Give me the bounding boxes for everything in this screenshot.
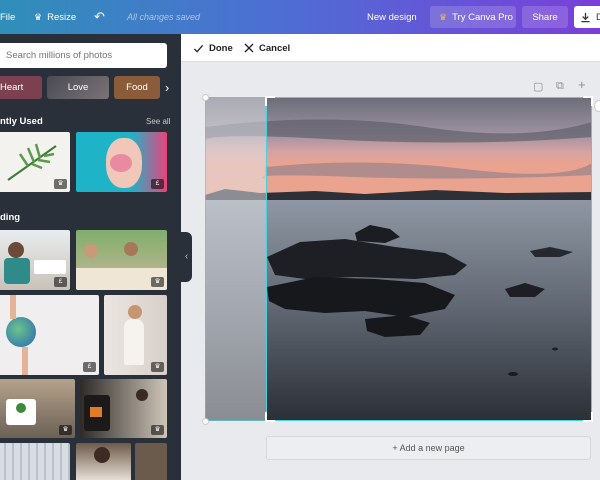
photo-thumbnail[interactable]: ♛ [104,295,167,375]
crop-action-bar: Done Cancel [181,34,600,62]
crop-frame[interactable] [265,96,593,422]
resize-label: Resize [47,11,77,23]
download-button[interactable]: D [574,6,600,28]
done-label: Done [209,42,233,54]
photo-thumbnail[interactable]: £ [0,295,99,375]
done-button[interactable]: Done [193,34,233,62]
crown-badge-icon: ♛ [59,425,72,435]
crown-badge-icon: ♛ [151,425,164,435]
tag-heart[interactable]: Heart [0,76,42,99]
file-label: File [0,11,16,23]
trending-title: ding [0,212,21,223]
crop-corner-handle[interactable] [583,412,593,422]
resize-button[interactable]: ♛ Resize [34,0,76,34]
tag-heart-label: Heart [0,82,24,93]
add-page-icon[interactable]: + [578,77,586,92]
share-button[interactable]: Share [522,6,568,28]
cancel-button[interactable]: Cancel [244,34,290,62]
photo-thumbnail[interactable] [135,443,167,480]
try-canva-pro-button[interactable]: ♛ Try Canva Pro [430,6,516,28]
photo-thumbnail[interactable] [76,443,131,480]
photo-thumbnail[interactable]: ♛ [0,379,75,438]
cancel-label: Cancel [259,42,291,54]
save-status: All changes saved [127,12,201,22]
crop-corner-handle[interactable] [583,96,593,106]
chevron-right-icon[interactable]: › [161,76,173,99]
collapse-panel-icon[interactable]: ‹ [181,232,192,282]
file-menu[interactable]: File [0,0,15,34]
crown-badge-icon: ♛ [151,277,164,287]
photo-thumbnail[interactable] [0,443,70,480]
try-pro-label: Try Canva Pro [452,11,513,23]
tag-food[interactable]: Food [114,76,160,99]
see-all-link[interactable]: See all [146,117,170,126]
recently-used-title: ntly Used [0,116,43,127]
image-resize-handle[interactable] [202,418,209,425]
new-design-button[interactable]: New design [367,0,417,34]
download-icon [581,12,590,22]
photo-thumbnail[interactable]: ♛ [76,230,167,290]
crop-corner-handle[interactable] [265,412,275,422]
share-label: Share [532,11,558,23]
check-icon [193,44,204,53]
photo-thumbnail[interactable]: £ [0,230,70,290]
top-bar: File ♛ Resize ↶ All changes saved New de… [0,0,600,34]
tag-love[interactable]: Love [47,76,109,99]
pound-badge-icon: £ [54,277,67,287]
resize-crown-icon: ♛ [34,11,43,22]
photo-thumbnail[interactable]: ♛ [0,132,70,192]
crown-badge-icon: ♛ [151,362,164,372]
image-resize-handle[interactable] [594,100,600,112]
crop-corner-handle[interactable] [265,96,275,106]
close-icon [244,43,254,53]
photos-panel: Heart Love Food › ntly Used See all ♛ £ … [0,34,181,480]
crown-icon: ♛ [439,11,448,22]
tag-food-label: Food [126,82,148,93]
pound-badge-icon: £ [83,362,96,372]
tag-love-label: Love [67,82,89,93]
image-resize-handle[interactable] [202,94,209,101]
photo-thumbnail[interactable]: £ [76,132,167,192]
note-icon[interactable]: ▢ [533,80,543,93]
photo-search-input[interactable] [0,43,167,68]
crown-badge-icon: ♛ [54,179,67,189]
duplicate-page-icon[interactable]: ⧉ [556,80,564,93]
add-new-page-button[interactable]: + Add a new page [266,436,591,460]
photo-thumbnail[interactable]: ♛ [80,379,167,438]
download-label: D [596,11,600,23]
pound-badge-icon: £ [151,179,164,189]
undo-icon[interactable]: ↶ [94,0,105,34]
